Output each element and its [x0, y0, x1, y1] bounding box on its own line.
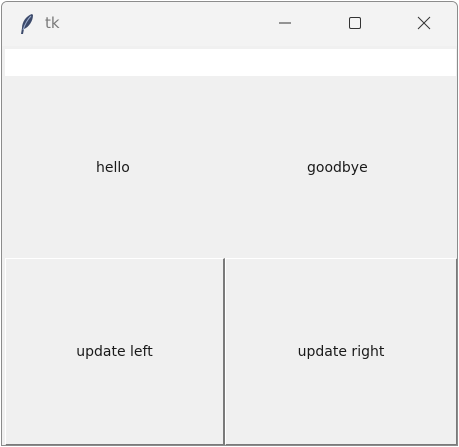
text-entry[interactable] — [5, 49, 456, 76]
maximize-button[interactable] — [332, 2, 378, 46]
feather-icon — [18, 13, 36, 35]
update-right-label: update right — [297, 343, 385, 360]
update-left-button[interactable]: update left — [5, 258, 225, 445]
minimize-button[interactable] — [262, 2, 308, 46]
update-left-label: update left — [76, 343, 153, 360]
maximize-icon — [348, 15, 362, 34]
goodbye-label: goodbye — [307, 160, 368, 176]
tk-window: tk hello goodbye update left update righ… — [1, 1, 458, 446]
hello-label: hello — [96, 160, 130, 176]
minimize-icon — [278, 15, 292, 34]
update-right-button[interactable]: update right — [225, 258, 457, 445]
close-button[interactable] — [401, 2, 447, 46]
window-title: tk — [45, 14, 60, 32]
close-icon — [417, 15, 431, 34]
title-bar[interactable]: tk — [2, 2, 457, 46]
